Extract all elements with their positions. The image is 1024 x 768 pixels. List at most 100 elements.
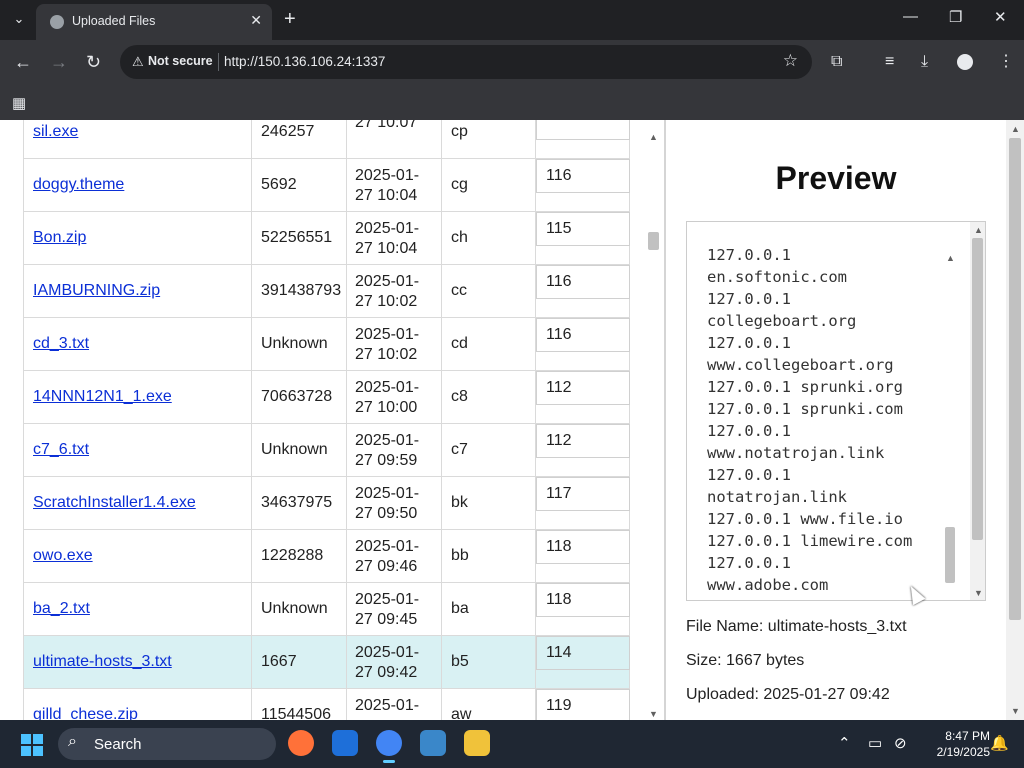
id-value: 116 [546,167,572,184]
file-explorer-icon[interactable] [464,730,490,756]
security-shield-icon[interactable] [332,730,358,756]
id-field[interactable]: 115 [536,212,630,246]
network-icon[interactable]: ▭ [868,734,882,752]
file-link[interactable]: gilld_chese.zip [33,706,138,720]
forward-arrow-icon[interactable]: → [50,52,68,72]
extensions-icon[interactable]: ⧉ [831,52,842,72]
restore-icon[interactable]: ❐ [949,8,962,26]
id-value: 118 [546,538,572,555]
window-close-icon[interactable]: ✕ [994,8,1007,26]
id-field[interactable]: 117 [536,477,630,511]
notification-bell-icon[interactable]: 🔔 [990,734,1009,752]
file-link[interactable]: Bon.zip [33,229,86,247]
bookmark-star-icon[interactable]: ☆ [783,51,798,71]
photos-icon[interactable] [420,730,446,756]
tab-title: Uploaded Files [72,14,156,28]
id-field[interactable]: 116 [536,318,630,352]
id-field[interactable]: 118 [536,583,630,617]
system-clock[interactable]: 8:47 PM 2/19/2025 [920,728,990,760]
file-list-scrollbar[interactable]: ▲ ▼ [645,120,662,720]
url-text[interactable]: http://150.136.106.24:1337 [224,54,385,69]
file-link[interactable]: doggy.theme [33,176,124,194]
file-size: 70663728 [261,388,333,405]
page-scrollbar[interactable]: ▲ ▼ [1006,120,1024,720]
file-link[interactable]: 14NNN12N1_1.exe [33,388,172,406]
taskbar: ⌕ Search ⌃ ▭ ⊘ 8:47 PM 2/19/2025 🔔 [0,720,1024,768]
scroll-up-arrow-icon[interactable]: ▲ [649,132,658,142]
menu-kebab-icon[interactable]: ⋮ [998,52,1014,72]
warning-icon: ⚠ [132,54,144,69]
id-field[interactable] [536,120,630,140]
minimize-icon[interactable]: — [903,8,918,25]
id-value: 114 [546,644,572,661]
upload-date: 2025-01- [355,273,420,290]
upload-date: 2025-01- [355,697,420,714]
file-size: 391438793 [261,282,342,299]
file-size: Unknown [261,441,328,458]
file-link[interactable]: c7_6.txt [33,441,89,459]
file-link[interactable]: cd_3.txt [33,335,89,353]
scroll-up-arrow-icon[interactable]: ▲ [1011,124,1020,134]
table-row: ba_2.txt Unknown 2025-01- 27 09:45 ba 118 [23,583,630,636]
file-link[interactable]: IAMBURNING.zip [33,282,160,300]
media-control-icon[interactable]: ≡ [885,52,894,72]
windows-start-icon[interactable] [21,734,43,756]
table-row: gilld_chese.zip 11544506 2025-01- aw 119 [23,689,630,720]
upload-date: 2025-01- [355,220,420,237]
file-link[interactable]: owo.exe [33,547,93,565]
chrome-icon[interactable] [376,730,402,763]
scrollbar-thumb[interactable] [648,232,659,250]
firefox-icon[interactable] [288,730,314,756]
search-label: Search [94,736,142,753]
search-icon: ⌕ [68,733,77,750]
id-field[interactable]: 112 [536,424,630,458]
browser-tab[interactable]: Uploaded Files ✕ [36,4,272,40]
address-bar[interactable]: ⚠ Not secure http://150.136.106.24:1337 … [120,45,812,79]
file-link[interactable]: ScratchInstaller1.4.exe [33,494,196,512]
file-code: c7 [451,441,468,458]
id-value: 117 [546,485,572,502]
scroll-down-arrow-icon[interactable]: ▼ [1011,706,1020,716]
table-row: sil.exe 246257 27 10:07 cp [23,120,630,159]
back-arrow-icon[interactable]: ← [14,52,32,72]
id-field[interactable]: 116 [536,159,630,193]
file-link[interactable]: ultimate-hosts_3.txt [33,653,172,671]
volume-muted-icon[interactable]: ⊘ [894,734,907,752]
new-tab-button[interactable]: + [284,8,296,30]
reload-icon[interactable]: ↻ [86,52,101,72]
file-code: aw [451,706,472,720]
scroll-up-arrow-icon[interactable]: ▲ [974,225,983,235]
preview-content-area[interactable]: 127.0.0.1 en.softonic.com 127.0.0.1 coll… [699,249,961,599]
profile-avatar[interactable] [957,54,973,70]
preview-title: Preview [775,160,897,196]
file-size: Unknown [261,600,328,617]
id-field[interactable]: 116 [536,265,630,299]
scroll-down-arrow-icon[interactable]: ▼ [974,588,983,598]
id-field[interactable]: 118 [536,530,630,564]
id-field[interactable]: 112 [536,371,630,405]
scrollbar-thumb[interactable] [972,238,983,540]
preview-inner-scrollbar[interactable]: ▲ [943,249,957,599]
file-link[interactable]: sil.exe [33,123,78,141]
clock-time: 8:47 PM [945,729,990,743]
taskbar-search[interactable]: ⌕ Search [58,728,276,760]
chevron-up-icon[interactable]: ⌃ [838,734,851,752]
security-indicator[interactable]: Not secure [148,54,213,68]
tab-close-button[interactable]: ✕ [250,12,262,29]
scroll-down-arrow-icon[interactable]: ▼ [649,709,658,719]
preview-outer-scrollbar[interactable]: ▲ ▼ [970,222,985,600]
scroll-up-arrow-icon[interactable]: ▲ [946,253,955,263]
id-field[interactable]: 119 [536,689,630,720]
download-icon[interactable]: ⤓ [921,52,928,72]
id-field[interactable]: 114 [536,636,630,670]
file-code: bb [451,547,469,564]
apps-grid-icon[interactable]: ▦ [12,94,26,112]
upload-time: 27 09:59 [355,452,418,469]
table-row: doggy.theme 5692 2025-01- 27 10:04 cg 116 [23,159,630,212]
table-row: c7_6.txt Unknown 2025-01- 27 09:59 c7 112 [23,424,630,477]
table-row: ScratchInstaller1.4.exe 34637975 2025-01… [23,477,630,530]
scrollbar-thumb[interactable] [1009,138,1021,620]
scrollbar-thumb[interactable] [945,527,955,583]
file-link[interactable]: ba_2.txt [33,600,90,618]
tab-search-button[interactable]: ⌄ [8,8,30,30]
